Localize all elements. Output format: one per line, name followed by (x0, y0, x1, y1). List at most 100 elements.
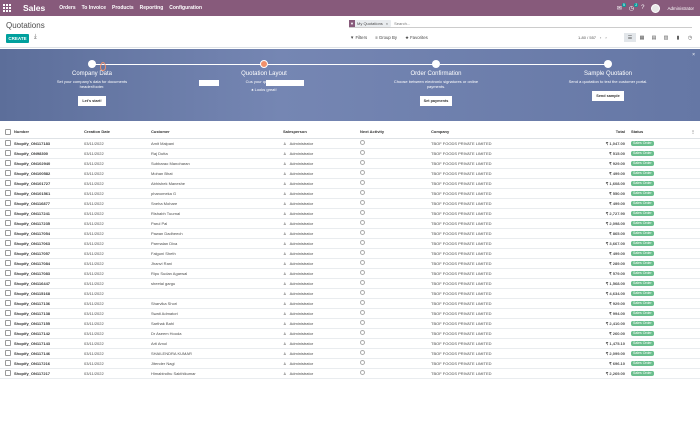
row-checkbox[interactable] (5, 190, 11, 196)
activity-clock-icon[interactable] (360, 330, 365, 335)
calendar-view-icon[interactable]: ▤ (648, 33, 660, 42)
table-row[interactable]: Shopify_ON100582 03/11/2022 Mohan Bhat ♟ Adm… (0, 168, 700, 179)
table-row[interactable]: Shopify_ON117063 03/11/2022 Parmalan Dixa ♟… (0, 238, 700, 249)
messages-icon[interactable]: ✉ 5 (617, 2, 626, 12)
row-checkbox[interactable] (5, 320, 11, 326)
pager-next-icon[interactable]: › (605, 35, 606, 40)
row-checkbox[interactable] (5, 140, 11, 146)
col-next-activity[interactable]: Next Activity (360, 126, 431, 139)
table-row[interactable]: Shopify_ON117216 03/11/2022 Jitender Nagi ♟… (0, 358, 700, 369)
lets-start-button[interactable]: Let's start! (78, 96, 106, 107)
col-customer[interactable]: Customer (151, 126, 283, 139)
table-row[interactable]: Shopify_ON116877 03/11/2022 Sneha Mohare ♟ A… (0, 198, 700, 209)
row-checkbox[interactable] (5, 330, 11, 336)
download-icon[interactable]: ⤓ (34, 34, 37, 41)
table-row[interactable]: Shopify_ON117084 03/11/2022 Jhanvi Rani ♟ Ad… (0, 258, 700, 269)
remove-facet-icon[interactable]: × (386, 21, 388, 26)
table-row[interactable]: Shopify_ON117136 03/11/2022 Sharvika Shori… (0, 298, 700, 309)
row-checkbox[interactable] (5, 200, 11, 206)
send-sample-button[interactable]: Send sample (592, 91, 624, 102)
favorites-button[interactable]: ★ Favorites (405, 35, 428, 41)
activity-view-icon[interactable]: ◷ (684, 33, 696, 42)
table-row[interactable]: Shopify_ON117083 03/11/2022 Ripu Sudan Aga… (0, 268, 700, 279)
activity-clock-icon[interactable] (360, 240, 365, 245)
table-row[interactable]: Shopify_ON117138 03/11/2022 Swati Admatori… (0, 308, 700, 319)
row-checkbox[interactable] (5, 270, 11, 276)
activity-clock-icon[interactable] (360, 220, 365, 225)
menu-orders[interactable]: Orders (59, 5, 75, 11)
activity-clock-icon[interactable] (360, 200, 365, 205)
row-checkbox[interactable] (5, 210, 11, 216)
app-name[interactable]: Sales (23, 3, 45, 13)
create-button[interactable]: CREATE (6, 34, 29, 43)
close-icon[interactable]: × (692, 52, 695, 58)
col-company[interactable]: Company (431, 126, 561, 139)
pager-prev-icon[interactable]: ‹ (600, 35, 601, 40)
graph-view-icon[interactable]: ▮ (672, 33, 684, 42)
activity-clock-icon[interactable] (360, 290, 365, 295)
table-row[interactable]: Shopify_ON117241 03/11/2022 Rishabh Tuurna… (0, 208, 700, 219)
row-checkbox[interactable] (5, 360, 11, 366)
row-checkbox[interactable] (5, 260, 11, 266)
pager-value[interactable]: 1-80 / 557 (578, 35, 596, 40)
table-row[interactable]: Shopify_ON117143 03/11/2022 Arti Amol ♟ Admi… (0, 338, 700, 349)
table-row[interactable]: Shopify_ON116447 03/11/2022 sheetal gargu ♟… (0, 278, 700, 289)
table-row[interactable]: Shopify_ON115168 03/11/2022 ♟ Administrator… (0, 288, 700, 299)
table-row[interactable]: Shopify_ON102940 03/11/2022 Subbarao Manoh… (0, 158, 700, 169)
row-checkbox[interactable] (5, 350, 11, 356)
activity-clock-icon[interactable] (360, 170, 365, 175)
row-checkbox[interactable] (5, 280, 11, 286)
activity-clock-icon[interactable] (360, 160, 365, 165)
activity-clock-icon[interactable] (360, 320, 365, 325)
set-payments-button[interactable]: Set payments (419, 96, 453, 107)
row-checkbox[interactable] (5, 180, 11, 186)
col-salesperson[interactable]: Salesperson (283, 126, 360, 139)
activity-clock-icon[interactable] (360, 280, 365, 285)
search-input[interactable] (394, 20, 495, 26)
filters-button[interactable]: ▼ Filters (350, 35, 367, 41)
groupby-button[interactable]: ≡ Group By (375, 35, 397, 41)
row-checkbox[interactable] (5, 340, 11, 346)
table-row[interactable]: Shopify_ON117146 03/11/2022 SHAILENDRA KUM… (0, 348, 700, 359)
col-status[interactable]: Status (631, 126, 691, 139)
table-row[interactable]: Shopify_ON101561 03/11/2022 phanomeka G ♟ Ad… (0, 188, 700, 199)
row-checkbox[interactable] (5, 170, 11, 176)
row-checkbox[interactable] (5, 240, 11, 246)
activity-clock-icon[interactable] (360, 310, 365, 315)
menu-products[interactable]: Products (112, 5, 134, 11)
apps-menu-icon[interactable] (3, 4, 11, 12)
select-all-checkbox[interactable] (5, 128, 11, 135)
list-view-icon[interactable]: ☰ (624, 33, 636, 42)
table-row[interactable]: Shopify_ON101727 03/11/2022 Abhishek Manes… (0, 178, 700, 189)
menu-reporting[interactable]: Reporting (140, 5, 164, 11)
menu-to-invoice[interactable]: To Invoice (82, 5, 106, 11)
row-checkbox[interactable] (5, 290, 11, 296)
col-creation-date[interactable]: Creation Date (84, 126, 151, 139)
col-number[interactable]: Number (14, 126, 84, 139)
table-row[interactable]: Shopify_ON117142 03/11/2022 Dr Aseem Hooda… (0, 328, 700, 339)
table-row[interactable]: Shopify_ON117183 03/11/2022 Amit Malpani ♟ A… (0, 138, 700, 149)
table-row[interactable]: Shopify_ON117054 03/11/2022 Pawan Dadheech… (0, 228, 700, 239)
username[interactable]: Administrator (667, 6, 694, 11)
activity-clock-icon[interactable] (360, 370, 365, 375)
activity-clock-icon[interactable] (360, 340, 365, 345)
activity-clock-icon[interactable] (360, 180, 365, 185)
row-checkbox[interactable] (5, 300, 11, 306)
avatar[interactable] (651, 3, 661, 13)
table-row[interactable]: Shopify_ON117155 03/11/2022 Sarthak Bahl ♟ A… (0, 318, 700, 329)
activity-clock-icon[interactable] (360, 360, 365, 365)
row-checkbox[interactable] (5, 150, 11, 156)
row-checkbox[interactable] (5, 310, 11, 316)
row-checkbox[interactable] (5, 220, 11, 226)
kanban-view-icon[interactable]: ▦ (636, 33, 648, 42)
col-total[interactable]: Total (561, 126, 631, 139)
activity-clock-icon[interactable] (360, 210, 365, 215)
activity-clock-icon[interactable] (360, 150, 365, 155)
activity-clock-icon[interactable] (360, 300, 365, 305)
row-checkbox[interactable] (5, 230, 11, 236)
activities-icon[interactable]: ◷ 2 (629, 2, 639, 12)
activity-clock-icon[interactable] (360, 190, 365, 195)
table-row[interactable]: Shopify_ON117217 03/11/2022 Himabindhu Sak… (0, 368, 700, 379)
activity-clock-icon[interactable] (360, 350, 365, 355)
pivot-view-icon[interactable]: ▥ (660, 33, 672, 42)
